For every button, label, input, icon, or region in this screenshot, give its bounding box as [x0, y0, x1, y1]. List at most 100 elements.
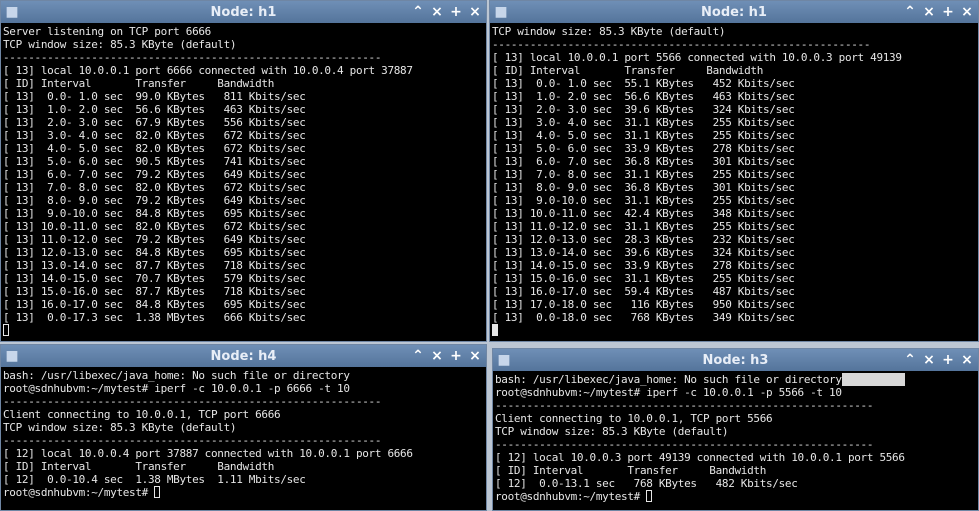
terminal-line-text: [ 13] 14.0-15.0 sec 70.7 KBytes 579 Kbit… [3, 272, 306, 285]
terminal-line: [ 13] 0.0- 1.0 sec 99.0 KBytes 811 Kbits… [3, 90, 484, 103]
terminal-window-h4[interactable]: ■ Node: h4 ⌃ × + × bash: /usr/libexec/ja… [0, 344, 487, 511]
close-icon[interactable]: × [922, 351, 936, 369]
window-titlebar[interactable]: ■ Node: h3 ⌃ × + × [493, 349, 978, 371]
terminal-line: TCP window size: 85.3 KByte (default) [492, 25, 976, 38]
terminal-line: ----------------------------------------… [3, 395, 484, 408]
close-icon[interactable]: × [960, 3, 974, 21]
terminal-line: [ 13] 7.0- 8.0 sec 82.0 KBytes 672 Kbits… [3, 181, 484, 194]
terminal-line: [ 13] 6.0- 7.0 sec 79.2 KBytes 649 Kbits… [3, 168, 484, 181]
terminal-line-text: [ ID] Interval Transfer Bandwidth [492, 64, 764, 77]
terminal-line: [ 13] 15.0-16.0 sec 31.1 KBytes 255 Kbit… [492, 272, 976, 285]
terminal-line: [ 13] 11.0-12.0 sec 31.1 KBytes 255 Kbit… [492, 220, 976, 233]
terminal-line-text: [ 12] local 10.0.0.3 port 49139 connecte… [495, 451, 905, 464]
terminal-line-text: TCP window size: 85.3 KByte (default) [3, 38, 237, 51]
terminal-line: [ ID] Interval Transfer Bandwidth [3, 77, 484, 90]
terminal-line: bash: /usr/libexec/java_home: No such fi… [495, 373, 976, 386]
terminal-line-text: Client connecting to 10.0.0.1, TCP port … [495, 412, 773, 425]
terminal-line: [ 12] 0.0-13.1 sec 768 KBytes 482 Kbits/… [495, 477, 976, 490]
close-icon[interactable]: × [430, 347, 444, 365]
terminal-line-text: [ 13] 8.0- 9.0 sec 36.8 KBytes 301 Kbits… [492, 181, 795, 194]
terminal-line: TCP window size: 85.3 KByte (default) [3, 38, 484, 51]
chevron-up-icon[interactable]: ⌃ [411, 347, 425, 365]
terminal-prompt-line[interactable] [3, 324, 484, 337]
terminal-line: TCP window size: 85.3 KByte (default) [3, 421, 484, 434]
terminal-line: [ 13] 5.0- 6.0 sec 90.5 KBytes 741 Kbits… [3, 155, 484, 168]
terminal-line: [ 13] 0.0-17.3 sec 1.38 MBytes 666 Kbits… [3, 311, 484, 324]
terminal-line: ----------------------------------------… [495, 438, 976, 451]
terminal-line-text: [ 13] 1.0- 2.0 sec 56.6 KBytes 463 Kbits… [492, 90, 795, 103]
terminal-line-text: [ 12] 0.0-10.4 sec 1.38 MBytes 1.11 Mbit… [3, 473, 306, 486]
terminal-line-text: [ 13] 1.0- 2.0 sec 56.6 KBytes 463 Kbits… [3, 103, 306, 116]
terminal-window-h1-server-6666[interactable]: ■ Node: h1 ⌃ × + × Server listening on T… [0, 0, 487, 342]
terminal-line: [ 13] 1.0- 2.0 sec 56.6 KBytes 463 Kbits… [492, 90, 976, 103]
terminal-line-text: bash: /usr/libexec/java_home: No such fi… [495, 373, 842, 386]
close-icon[interactable]: × [960, 351, 974, 369]
chevron-up-icon[interactable]: ⌃ [903, 3, 917, 21]
shell-prompt: root@sdnhubvm:~/mytest# [495, 490, 647, 503]
terminal-line: [ 13] 9.0-10.0 sec 31.1 KBytes 255 Kbits… [492, 194, 976, 207]
window-titlebar[interactable]: ■ Node: h1 ⌃ × + × [1, 1, 486, 23]
terminal-line-text: [ 13] 4.0- 5.0 sec 82.0 KBytes 672 Kbits… [3, 142, 306, 155]
terminal-line-text: [ 13] 3.0- 4.0 sec 82.0 KBytes 672 Kbits… [3, 129, 306, 142]
terminal-line: [ 13] 3.0- 4.0 sec 82.0 KBytes 672 Kbits… [3, 129, 484, 142]
close-icon[interactable]: × [922, 3, 936, 21]
terminal-line-text: [ 13] 11.0-12.0 sec 31.1 KBytes 255 Kbit… [492, 220, 795, 233]
terminal-line-text: [ 13] 6.0- 7.0 sec 79.2 KBytes 649 Kbits… [3, 168, 306, 181]
terminal-line: Client connecting to 10.0.0.1, TCP port … [495, 412, 976, 425]
plus-icon[interactable]: + [941, 3, 955, 21]
terminal-line-text: ----------------------------------------… [492, 38, 871, 51]
terminal-line-text: [ 12] 0.0-13.1 sec 768 KBytes 482 Kbits/… [495, 477, 798, 490]
close-icon[interactable]: × [468, 347, 482, 365]
terminal-icon: ■ [494, 4, 508, 20]
terminal-line: ----------------------------------------… [492, 38, 976, 51]
terminal-line-text: [ 13] 4.0- 5.0 sec 31.1 KBytes 255 Kbits… [492, 129, 795, 142]
terminal-line: [ 13] local 10.0.0.1 port 5566 connected… [492, 51, 976, 64]
terminal-line-text: ----------------------------------------… [3, 395, 382, 408]
terminal-line-text: [ 12] local 10.0.0.4 port 37887 connecte… [3, 447, 413, 460]
terminal-line: ----------------------------------------… [3, 51, 484, 64]
plus-icon[interactable]: + [449, 3, 463, 21]
terminal-line-text: [ 13] 15.0-16.0 sec 87.7 KBytes 718 Kbit… [3, 285, 306, 298]
terminal-prompt-line[interactable]: root@sdnhubvm:~/mytest# [495, 490, 976, 503]
terminal-line: [ 13] 10.0-11.0 sec 82.0 KBytes 672 Kbit… [3, 220, 484, 233]
terminal-window-h1-server-5566[interactable]: ■ Node: h1 ⌃ × + × TCP window size: 85.3… [489, 0, 979, 342]
terminal-icon: ■ [497, 352, 511, 368]
terminal-line-text: Server listening on TCP port 6666 [3, 25, 211, 38]
plus-icon[interactable]: + [941, 351, 955, 369]
close-icon[interactable]: × [430, 3, 444, 21]
window-titlebar[interactable]: ■ Node: h1 ⌃ × + × [490, 1, 978, 23]
close-icon[interactable]: × [468, 3, 482, 21]
chevron-up-icon[interactable]: ⌃ [411, 3, 425, 21]
terminal-line-text: root@sdnhubvm:~/mytest# iperf -c 10.0.0.… [495, 386, 842, 399]
terminal-prompt-line[interactable] [492, 324, 976, 337]
terminal-line: [ 13] 3.0- 4.0 sec 31.1 KBytes 255 Kbits… [492, 116, 976, 129]
text-cursor [3, 324, 9, 336]
terminal-window-h3[interactable]: ■ Node: h3 ⌃ × + × bash: /usr/libexec/ja… [492, 348, 979, 511]
terminal-line: [ 13] 4.0- 5.0 sec 31.1 KBytes 255 Kbits… [492, 129, 976, 142]
terminal-line: [ 13] 8.0- 9.0 sec 36.8 KBytes 301 Kbits… [492, 181, 976, 194]
terminal-line-text: TCP window size: 85.3 KByte (default) [3, 421, 237, 434]
window-titlebar[interactable]: ■ Node: h4 ⌃ × + × [1, 345, 486, 367]
terminal-line: [ 13] 14.0-15.0 sec 33.9 KBytes 278 Kbit… [492, 259, 976, 272]
terminal-output[interactable]: bash: /usr/libexec/java_home: No such fi… [495, 373, 976, 508]
terminal-line: [ 13] 5.0- 6.0 sec 33.9 KBytes 278 Kbits… [492, 142, 976, 155]
terminal-line: [ 13] 11.0-12.0 sec 79.2 KBytes 649 Kbit… [3, 233, 484, 246]
terminal-line: [ 13] 13.0-14.0 sec 39.6 KBytes 324 Kbit… [492, 246, 976, 259]
terminal-line: [ 13] 1.0- 2.0 sec 56.6 KBytes 463 Kbits… [3, 103, 484, 116]
terminal-line: [ 12] local 10.0.0.4 port 37887 connecte… [3, 447, 484, 460]
terminal-prompt-line[interactable]: root@sdnhubvm:~/mytest# [3, 486, 484, 499]
terminal-line: [ 13] 12.0-13.0 sec 84.8 KBytes 695 Kbit… [3, 246, 484, 259]
terminal-line: [ 13] local 10.0.0.1 port 6666 connected… [3, 64, 484, 77]
terminal-output[interactable]: bash: /usr/libexec/java_home: No such fi… [3, 369, 484, 508]
terminal-line-text: TCP window size: 85.3 KByte (default) [492, 25, 726, 38]
terminal-line-text: [ 13] 9.0-10.0 sec 31.1 KBytes 255 Kbits… [492, 194, 795, 207]
terminal-line-text: [ 13] 7.0- 8.0 sec 31.1 KBytes 255 Kbits… [492, 168, 795, 181]
plus-icon[interactable]: + [449, 347, 463, 365]
terminal-output[interactable]: TCP window size: 85.3 KByte (default) ---… [492, 25, 976, 339]
terminal-line-text: ----------------------------------------… [495, 399, 874, 412]
terminal-output[interactable]: Server listening on TCP port 6666 TCP win… [3, 25, 484, 339]
terminal-line-text: ----------------------------------------… [3, 51, 382, 64]
chevron-up-icon[interactable]: ⌃ [903, 351, 917, 369]
text-cursor [154, 486, 161, 498]
terminal-line: [ 13] 4.0- 5.0 sec 82.0 KBytes 672 Kbits… [3, 142, 484, 155]
